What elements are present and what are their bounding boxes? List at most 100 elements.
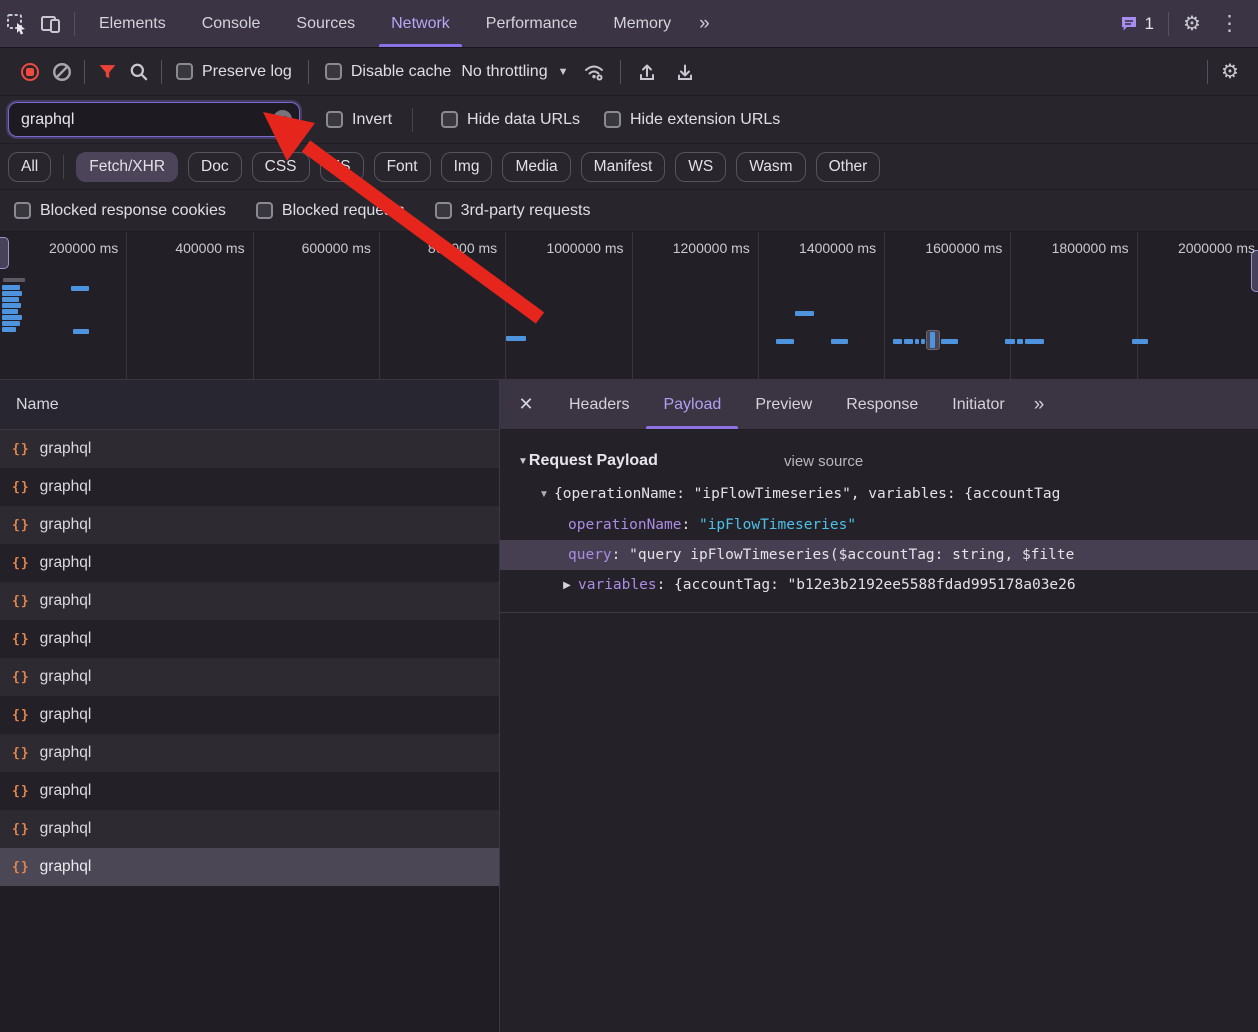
blocked-requests-checkbox[interactable]: Blocked requests (256, 202, 405, 220)
checkbox-icon (441, 111, 458, 128)
console-messages-button[interactable]: 1 (1111, 14, 1162, 34)
request-row[interactable]: {}graphql (0, 658, 499, 696)
divider (1207, 60, 1208, 84)
details-tab-initiator[interactable]: Initiator (935, 380, 1021, 429)
hide-extension-urls-label: Hide extension URLs (630, 111, 780, 129)
close-icon: ✕ (277, 113, 287, 127)
timeline-request-bar (71, 286, 89, 291)
filter-chip-img[interactable]: Img (441, 152, 493, 182)
caret-down-icon[interactable]: ▼ (534, 489, 554, 500)
search-button[interactable] (123, 56, 155, 88)
filter-input[interactable] (8, 102, 300, 137)
timeline-request-bar (1005, 339, 1015, 344)
caret-down-icon[interactable]: ▼ (518, 456, 528, 467)
clear-filter-button[interactable]: ✕ (273, 110, 292, 129)
timeline-right-handle[interactable] (1251, 250, 1258, 292)
request-row[interactable]: {}graphql (0, 810, 499, 848)
more-panels-button[interactable]: » (689, 0, 720, 47)
timeline-request-bar (921, 339, 925, 344)
export-har-button[interactable] (669, 56, 701, 88)
request-row[interactable]: {}graphql (0, 848, 499, 886)
fetch-xhr-icon: {} (12, 480, 30, 495)
request-row[interactable]: {}graphql (0, 772, 499, 810)
request-flags-row: Blocked response cookies Blocked requests… (0, 190, 1258, 232)
request-row[interactable]: {}graphql (0, 468, 499, 506)
throttling-dropdown[interactable]: No throttling ▼ (451, 63, 578, 81)
view-source-link[interactable]: view source (784, 453, 863, 470)
record-network-log-button[interactable] (14, 56, 46, 88)
three-dot-menu-icon: ⋮ (1219, 12, 1240, 35)
name-column-header[interactable]: Name (0, 380, 499, 430)
filter-chip-js[interactable]: JS (320, 152, 364, 182)
checkbox-icon (604, 111, 621, 128)
caret-right-icon[interactable]: ▶ (556, 580, 578, 591)
details-tab-preview[interactable]: Preview (738, 380, 829, 429)
network-conditions-button[interactable] (578, 56, 610, 88)
request-row[interactable]: {}graphql (0, 696, 499, 734)
settings-button[interactable]: ⚙ (1175, 11, 1209, 36)
clear-icon (52, 62, 72, 82)
request-row[interactable]: {}graphql (0, 544, 499, 582)
flag-label: 3rd-party requests (461, 202, 591, 220)
filter-chip-other[interactable]: Other (816, 152, 881, 182)
timeline-tick-label: 400000 ms (133, 240, 245, 256)
flag-label: Blocked response cookies (40, 202, 226, 220)
payload-pane: ▼Request Payload view source ▼ {operatio… (500, 430, 1258, 613)
blocked-response-cookies-checkbox[interactable]: Blocked response cookies (14, 202, 226, 220)
filter-chip-css[interactable]: CSS (252, 152, 310, 182)
hide-data-urls-label: Hide data URLs (467, 111, 580, 129)
divider (161, 60, 162, 84)
filter-chip-wasm[interactable]: Wasm (736, 152, 805, 182)
request-row[interactable]: {}graphql (0, 582, 499, 620)
fetch-xhr-icon: {} (12, 746, 30, 761)
hide-extension-urls-checkbox[interactable]: Hide extension URLs (604, 111, 780, 129)
payload-code: query: "query ipFlowTimeseries($accountT… (568, 547, 1074, 563)
network-overview-timeline[interactable]: 200000 ms400000 ms600000 ms800000 ms1000… (0, 232, 1258, 380)
network-settings-button[interactable]: ⚙ (1214, 56, 1246, 88)
customize-devtools-button[interactable]: ⋮ (1209, 11, 1250, 36)
inspect-element-button[interactable] (0, 0, 34, 47)
request-row[interactable]: {}graphql (0, 620, 499, 658)
tab-sources[interactable]: Sources (278, 0, 373, 47)
request-row[interactable]: {}graphql (0, 734, 499, 772)
gear-icon: ⚙ (1183, 11, 1201, 36)
tab-performance[interactable]: Performance (468, 0, 596, 47)
tab-memory[interactable]: Memory (595, 0, 689, 47)
3rd-party-requests-checkbox[interactable]: 3rd-party requests (435, 202, 591, 220)
filter-chip-manifest[interactable]: Manifest (581, 152, 666, 182)
payload-value: "ipFlowTimeseries" (699, 517, 856, 533)
filter-chip-fetch-xhr[interactable]: Fetch/XHR (76, 152, 178, 182)
request-row[interactable]: {}graphql (0, 430, 499, 468)
payload-row[interactable]: query: "query ipFlowTimeseries($accountT… (500, 540, 1258, 570)
filter-chip-media[interactable]: Media (502, 152, 570, 182)
filter-chip-ws[interactable]: WS (675, 152, 726, 182)
filter-chip-doc[interactable]: Doc (188, 152, 242, 182)
hide-data-urls-checkbox[interactable]: Hide data URLs (441, 111, 580, 129)
disable-cache-label: Disable cache (351, 63, 452, 81)
gear-icon: ⚙ (1221, 59, 1239, 84)
device-toolbar-icon (40, 13, 62, 35)
tab-elements[interactable]: Elements (81, 0, 184, 47)
device-toolbar-button[interactable] (34, 0, 68, 47)
request-row[interactable]: {}graphql (0, 506, 499, 544)
invert-checkbox[interactable]: Invert (326, 111, 392, 129)
timeline-gridline (1137, 232, 1138, 379)
tab-network[interactable]: Network (373, 0, 468, 47)
filter-toggle-button[interactable] (91, 56, 123, 88)
more-tabs-button[interactable]: » (1022, 380, 1057, 429)
filter-chip-all[interactable]: All (8, 152, 51, 182)
payload-row[interactable]: ▶variables: {accountTag: "b12e3b2192ee55… (500, 570, 1258, 600)
tab-console[interactable]: Console (184, 0, 279, 47)
close-details-button[interactable]: ✕ (500, 380, 552, 429)
checkbox-icon (326, 111, 343, 128)
import-har-button[interactable] (631, 56, 663, 88)
devtools-window: ElementsConsoleSourcesNetworkPerformance… (0, 0, 1258, 1032)
clear-network-log-button[interactable] (46, 56, 78, 88)
details-tab-response[interactable]: Response (829, 380, 935, 429)
preserve-log-checkbox[interactable]: Preserve log (176, 63, 292, 81)
filter-chip-font[interactable]: Font (374, 152, 431, 182)
details-tab-headers[interactable]: Headers (552, 380, 646, 429)
details-tab-payload[interactable]: Payload (646, 380, 738, 429)
disable-cache-checkbox[interactable]: Disable cache (325, 63, 452, 81)
payload-row[interactable]: operationName: "ipFlowTimeseries" (500, 510, 1258, 540)
